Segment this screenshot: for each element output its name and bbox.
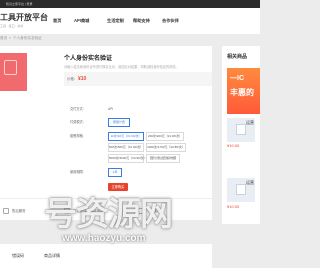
- promo-banner-line-1: —IC: [230, 75, 244, 82]
- shield-icon: [138, 208, 144, 214]
- related-products-sidebar: 相关商品 —IC 丰惠的 运营 ¥10.00 运营 ¥10.00: [222, 46, 260, 224]
- tab-product-details[interactable]: 商品详情: [44, 253, 60, 259]
- top-bar: 知识之家平台 | 登录: [0, 0, 260, 8]
- document-icon: [236, 124, 246, 135]
- breadcrumb-separator: >: [9, 36, 12, 40]
- related-product-price-2: ¥10.00: [227, 204, 240, 209]
- product-title: 个人身份实名验证: [64, 56, 113, 62]
- nav-item-partners[interactable]: 合作伙伴: [162, 8, 179, 34]
- package-option-2[interactable]: 200次/200元（¥1.00/次）: [146, 132, 184, 141]
- service-team: 专业团队，保证品质: [73, 209, 104, 213]
- buy-now-button[interactable]: 立即购买: [108, 183, 128, 191]
- payment-option-pay-per-use[interactable]: 按量计费: [108, 118, 130, 127]
- header: 工具开放平台 工具 · 接口 · 共享 首页 API商城 生活定制 帮助支持 合…: [0, 8, 260, 34]
- period-option-1y[interactable]: 1年: [108, 168, 122, 177]
- service-after-sales: 售后服务: [12, 209, 26, 213]
- nav-item-api-store[interactable]: API商城: [74, 8, 89, 34]
- logo-title: 工具开放平台: [0, 13, 48, 22]
- related-products-title: 相关商品: [227, 54, 248, 60]
- nav-item-home[interactable]: 首页: [53, 8, 61, 34]
- logo-subtitle: 工具 · 接口 · 共享: [0, 24, 24, 28]
- period-label: 使用期限：: [70, 170, 86, 174]
- package-option-3[interactable]: 500次/500元（¥1.00/次）: [108, 143, 144, 152]
- price-box: 价格： ¥10: [64, 72, 212, 86]
- package-option-5[interactable]: 5000次/4500元（¥0.90/次）: [108, 154, 147, 163]
- promo-banner-line-2: 丰惠的: [230, 88, 254, 97]
- payment-label: 付费模式：: [70, 120, 86, 124]
- related-product-name-1[interactable]: 运营: [246, 120, 254, 126]
- service-guarantee: 专业保障: [147, 209, 161, 213]
- logo[interactable]: 工具开放平台 工具 · 接口 · 共享: [0, 13, 48, 31]
- tab-error-codes[interactable]: 错误码: [12, 253, 24, 259]
- product-thumbnail: [0, 53, 27, 91]
- related-product-price-1: ¥10.00: [227, 143, 240, 148]
- id-card-icon: [4, 60, 17, 75]
- document-icon: [236, 184, 246, 195]
- package-option-1[interactable]: 10次/10元（¥1.00/次）: [108, 132, 144, 141]
- package-label: 套餐规格：: [70, 134, 86, 138]
- nav-item-help[interactable]: 帮助支持: [133, 8, 150, 34]
- promo-banner[interactable]: —IC 丰惠的: [227, 68, 260, 114]
- breadcrumb-home[interactable]: 首页: [0, 35, 7, 41]
- package-option-4[interactable]: 2000次/1700元（¥0.85/次）: [146, 143, 186, 152]
- related-product-name-2[interactable]: 运营: [246, 180, 254, 186]
- breadcrumb-current: 个人身份实名验证: [13, 36, 42, 40]
- delivery-label: 交付方式：: [70, 107, 86, 111]
- detail-tabs: 错误码 商品详情: [0, 244, 212, 268]
- price-label: 价格：: [67, 77, 78, 81]
- team-icon: [64, 208, 70, 214]
- price-value: ¥10: [78, 76, 87, 82]
- divider: [0, 198, 212, 199]
- after-sales-icon: [3, 208, 9, 214]
- delivery-value: API: [108, 107, 114, 111]
- top-bar-text[interactable]: 知识之家平台 | 登录: [6, 1, 32, 7]
- nav-item-custom[interactable]: 生活定制: [107, 8, 124, 34]
- package-option-6[interactable]: 【部分测试套餐详细】: [146, 154, 180, 163]
- breadcrumb: 首页 > 个人身份实名验证: [0, 34, 260, 43]
- product-card: 个人身份实名验证 对输入姓名和身份证号进行核实比对，返回比对结果，帮助减轻身份验…: [0, 46, 212, 220]
- product-description: 对输入姓名和身份证号进行核实比对，返回比对结果，帮助减轻身份验证的风险。: [64, 65, 179, 69]
